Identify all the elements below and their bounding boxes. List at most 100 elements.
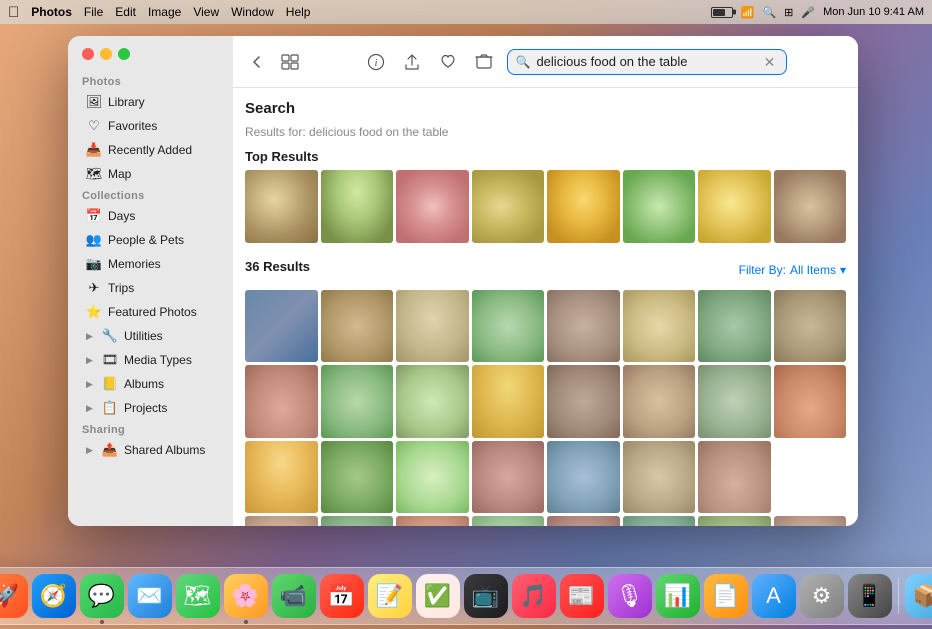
dock-icon-music[interactable]: 🎵 — [512, 574, 556, 618]
photo-result[interactable] — [472, 365, 545, 438]
share-button[interactable] — [399, 49, 425, 75]
dock-icon-safari[interactable]: 🧭 — [32, 574, 76, 618]
search-clear-button[interactable]: ✕ — [762, 54, 778, 70]
dock-icon-reminders[interactable]: ✅ — [416, 574, 460, 618]
sidebar-item-memories[interactable]: 📷 Memories — [72, 252, 229, 276]
settings-icon: ⚙ — [812, 583, 832, 609]
close-button[interactable] — [82, 48, 94, 60]
sidebar-item-albums[interactable]: ▶ 📒 Albums — [72, 372, 229, 396]
photo-result[interactable] — [321, 365, 394, 438]
photo-result[interactable] — [774, 441, 847, 514]
sidebar-item-featured-photos[interactable]: ⭐ Featured Photos — [72, 300, 229, 324]
photo-result[interactable] — [245, 516, 318, 526]
dock-icon-messages[interactable]: 💬 — [80, 574, 124, 618]
photo-result[interactable] — [245, 441, 318, 514]
photo-result[interactable] — [472, 441, 545, 514]
favorite-button[interactable] — [435, 49, 461, 75]
top-result-photo[interactable] — [623, 170, 696, 243]
photo-result[interactable] — [396, 516, 469, 526]
photo-result[interactable] — [698, 516, 771, 526]
photo-result[interactable] — [623, 516, 696, 526]
dock-icon-photos[interactable]: 🌸 — [224, 574, 268, 618]
sidebar-item-shared-albums[interactable]: ▶ 📤 Shared Albums — [72, 438, 229, 462]
dock-icon-pages[interactable]: 📄 — [704, 574, 748, 618]
sidebar-item-utilities[interactable]: ▶ 🔧 Utilities — [72, 324, 229, 348]
photo-result[interactable] — [245, 290, 318, 363]
photo-result[interactable] — [472, 516, 545, 526]
menu-edit[interactable]: Edit — [115, 5, 136, 19]
dock-icon-settings[interactable]: ⚙ — [800, 574, 844, 618]
apple-menu[interactable]:  — [8, 4, 19, 21]
sidebar-item-trips[interactable]: ✈ Trips — [72, 276, 229, 300]
dock-icon-calendar[interactable]: 📅 — [320, 574, 364, 618]
photo-result[interactable] — [698, 441, 771, 514]
photo-result[interactable] — [321, 441, 394, 514]
photo-result[interactable] — [774, 516, 847, 526]
top-result-photo[interactable] — [698, 170, 771, 243]
dock-icon-mail[interactable]: ✉️ — [128, 574, 172, 618]
photo-result[interactable] — [245, 365, 318, 438]
search-bar[interactable]: 🔍 ✕ — [507, 49, 787, 75]
photo-result[interactable] — [774, 290, 847, 363]
photo-result[interactable] — [396, 290, 469, 363]
photo-result[interactable] — [396, 441, 469, 514]
photo-area[interactable]: Search Results for: delicious food on th… — [233, 88, 858, 526]
layout-button[interactable] — [277, 50, 303, 74]
top-result-photo[interactable] — [774, 170, 847, 243]
control-center-icon[interactable]: ⊞ — [784, 6, 793, 19]
photo-result[interactable] — [623, 441, 696, 514]
sidebar-item-map[interactable]: 🗺 Map — [72, 162, 229, 186]
photo-result[interactable] — [623, 365, 696, 438]
photo-result[interactable] — [396, 365, 469, 438]
menu-view[interactable]: View — [193, 5, 219, 19]
photo-result[interactable] — [547, 516, 620, 526]
photo-result[interactable] — [623, 290, 696, 363]
photo-result[interactable] — [472, 290, 545, 363]
sidebar-item-days[interactable]: 📅 Days — [72, 204, 229, 228]
dock-icon-appletv[interactable]: 📺 — [464, 574, 508, 618]
dock-icon-facetime[interactable]: 📹 — [272, 574, 316, 618]
top-result-photo[interactable] — [245, 170, 318, 243]
top-result-photo[interactable] — [321, 170, 394, 243]
sidebar-item-library[interactable]: 🖼 Library — [72, 90, 229, 114]
photo-result[interactable] — [698, 365, 771, 438]
search-menubar-icon[interactable]: 🔍 — [762, 6, 776, 19]
siri-icon[interactable]: 🎤 — [801, 6, 815, 19]
search-input[interactable] — [536, 54, 755, 69]
info-button[interactable]: i — [363, 49, 389, 75]
dock-icon-launchpad[interactable]: 🚀 — [0, 574, 28, 618]
dock-icon-notejoy[interactable]: 📝 — [368, 574, 412, 618]
photo-result[interactable] — [774, 365, 847, 438]
sidebar-item-people-pets[interactable]: 👥 People & Pets — [72, 228, 229, 252]
menu-window[interactable]: Window — [231, 5, 274, 19]
sidebar-item-favorites[interactable]: ♡ Favorites — [72, 114, 229, 138]
dock-icon-maps[interactable]: 🗺 — [176, 574, 220, 618]
maximize-button[interactable] — [118, 48, 130, 60]
sidebar-item-projects[interactable]: ▶ 📋 Projects — [72, 396, 229, 420]
back-button[interactable] — [245, 50, 269, 74]
photo-result[interactable] — [321, 290, 394, 363]
app-name[interactable]: Photos — [31, 5, 72, 19]
photo-result[interactable] — [698, 290, 771, 363]
photo-result[interactable] — [547, 441, 620, 514]
dock-icon-iphone-mirror[interactable]: 📱 — [848, 574, 892, 618]
dock-icon-appstore[interactable]: A — [752, 574, 796, 618]
minimize-button[interactable] — [100, 48, 112, 60]
photo-result[interactable] — [321, 516, 394, 526]
filter-button[interactable]: Filter By: All Items ▾ — [739, 263, 846, 277]
delete-button[interactable] — [471, 49, 497, 75]
photo-result[interactable] — [547, 365, 620, 438]
top-result-photo[interactable] — [396, 170, 469, 243]
photo-result[interactable] — [547, 290, 620, 363]
top-result-photo[interactable] — [472, 170, 545, 243]
dock-icon-podcasts[interactable]: 🎙 — [608, 574, 652, 618]
sidebar-item-media-types[interactable]: ▶ 🎞 Media Types — [72, 348, 229, 372]
dock-icon-news[interactable]: 📰 — [560, 574, 604, 618]
menu-image[interactable]: Image — [148, 5, 181, 19]
menu-file[interactable]: File — [84, 5, 103, 19]
sidebar-item-recently-added[interactable]: 📥 Recently Added — [72, 138, 229, 162]
top-result-photo[interactable] — [547, 170, 620, 243]
menu-help[interactable]: Help — [286, 5, 311, 19]
dock-icon-numbers[interactable]: 📊 — [656, 574, 700, 618]
dock-icon-storage[interactable]: 📦 — [905, 574, 932, 618]
